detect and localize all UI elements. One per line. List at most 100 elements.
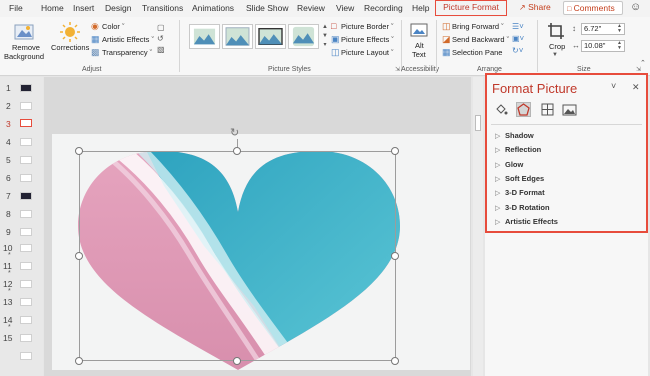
width-spinner-icon[interactable]: ▲ ▼: [617, 41, 622, 51]
size-launcher-icon[interactable]: ⇲: [636, 66, 641, 73]
resize-handle[interactable]: [391, 252, 399, 260]
arrange-group-label: Arrange: [477, 66, 502, 73]
slide-thumbnail[interactable]: [20, 192, 32, 200]
menu-slide-show[interactable]: Slide Show: [246, 3, 289, 13]
slide-number[interactable]: 13: [3, 297, 12, 307]
close-icon[interactable]: ✕: [632, 82, 640, 93]
slide-thumbnail[interactable]: [20, 138, 32, 146]
slide-number[interactable]: 8: [6, 209, 11, 219]
transparency-button[interactable]: ▩ Transparency ˇ: [91, 47, 155, 58]
adjust-extra-icons[interactable]: ▢ ↺ ▧: [157, 22, 171, 62]
slide-number[interactable]: 9: [6, 227, 11, 237]
resize-handle[interactable]: [75, 147, 83, 155]
picture-layout-button[interactable]: ◫ Picture Layout ˇ: [331, 47, 397, 58]
picture-style-2[interactable]: [222, 24, 253, 49]
height-spinner-icon[interactable]: ▲ ▼: [617, 24, 622, 34]
menu-home[interactable]: Home: [41, 3, 64, 13]
section-3d-format[interactable]: ▷ 3-D Format: [495, 188, 545, 197]
slide-thumbnail-selected[interactable]: [20, 119, 32, 127]
slide-number-selected[interactable]: 3: [6, 119, 11, 129]
slide-thumbnail[interactable]: [20, 174, 32, 182]
slide-thumbnail[interactable]: [20, 280, 32, 288]
menu-design[interactable]: Design: [105, 3, 131, 13]
slide-number[interactable]: 7: [6, 191, 11, 201]
section-soft-edges[interactable]: ▷ Soft Edges: [495, 174, 544, 183]
selection-pane-button[interactable]: ▦ Selection Pane: [442, 47, 506, 58]
slide-thumbnail[interactable]: [20, 334, 32, 342]
fill-line-tab[interactable]: [494, 102, 509, 117]
resize-handle[interactable]: [391, 147, 399, 155]
artistic-effects-button[interactable]: ▦ Artistic Effects ˇ: [91, 34, 155, 45]
picture-style-4[interactable]: [288, 24, 319, 49]
picture-style-3[interactable]: [255, 24, 286, 49]
slide-thumbnail[interactable]: [20, 156, 32, 164]
slide-thumbnail[interactable]: [20, 102, 32, 110]
picture-border-button[interactable]: □ Picture Border ˇ: [331, 21, 397, 32]
picture-style-1[interactable]: [189, 24, 220, 49]
collapse-ribbon-icon[interactable]: ⌃: [640, 59, 646, 67]
section-3d-rotation[interactable]: ▷ 3-D Rotation: [495, 203, 550, 212]
crop-dropdown-icon[interactable]: ▼: [552, 52, 558, 58]
expand-caret-icon: ▷: [495, 147, 501, 154]
tab-picture-format[interactable]: Picture Format: [435, 0, 507, 16]
slide-number[interactable]: 1: [6, 83, 11, 93]
pane-options-dropdown-icon[interactable]: ˅: [611, 81, 616, 91]
menu-insert[interactable]: Insert: [73, 3, 94, 13]
picture-styles-launcher-icon[interactable]: ⇲: [395, 66, 400, 73]
height-input[interactable]: 6.72" ▲ ▼: [581, 23, 625, 35]
section-glow[interactable]: ▷ Glow: [495, 160, 523, 169]
picture-styles-group-label: Picture Styles: [268, 66, 311, 73]
corrections-button[interactable]: [48, 17, 90, 63]
menu-animations[interactable]: Animations: [192, 3, 234, 13]
bring-forward-button[interactable]: ◫ Bring Forward ˇ: [442, 21, 506, 32]
send-backward-button[interactable]: ◪ Send Backward ˇ: [442, 34, 509, 45]
resize-handle[interactable]: [233, 147, 241, 155]
slide-thumbnail[interactable]: [20, 210, 32, 218]
picture-tab[interactable]: [562, 102, 577, 117]
effects-tab[interactable]: [516, 102, 531, 117]
slide-thumbnail[interactable]: [20, 352, 32, 360]
align-group-rotate-icons[interactable]: ☰˅ ▣˅ ↻˅: [512, 21, 532, 61]
slide-number[interactable]: 6: [6, 173, 11, 183]
rotate-handle-icon[interactable]: ↻: [230, 126, 239, 139]
picture-layout-icon: ◫: [331, 47, 340, 57]
size-properties-icon: [541, 103, 554, 116]
picture-effects-button[interactable]: ▣ Picture Effects ˇ: [331, 34, 397, 45]
section-label: Soft Edges: [505, 174, 545, 183]
menu-recording[interactable]: Recording: [364, 3, 403, 13]
slide-number[interactable]: 2: [6, 101, 11, 111]
feedback-smiley-icon[interactable]: ☺: [630, 1, 641, 13]
animation-star-icon: *: [8, 252, 11, 259]
slide-number[interactable]: 5: [6, 155, 11, 165]
menu-file[interactable]: File: [9, 3, 23, 13]
resize-handle[interactable]: [75, 252, 83, 260]
slide-thumbnail[interactable]: [20, 262, 32, 270]
share-button[interactable]: ↗ Share: [515, 1, 561, 15]
slide-thumbnail[interactable]: [20, 298, 32, 306]
format-pane-background: [485, 233, 648, 376]
section-artistic-effects[interactable]: ▷ Artistic Effects: [495, 217, 558, 226]
slide-number[interactable]: 4: [6, 137, 11, 147]
menu-view[interactable]: View: [336, 3, 354, 13]
size-properties-tab[interactable]: [540, 102, 555, 117]
menu-help[interactable]: Help: [412, 3, 429, 13]
slide-thumbnail[interactable]: [20, 316, 32, 324]
section-shadow[interactable]: ▷ Shadow: [495, 131, 534, 140]
scrollbar-thumb[interactable]: [475, 115, 481, 131]
comments-button[interactable]: □ Comments: [563, 1, 623, 15]
animation-star-icon: *: [8, 288, 11, 295]
resize-handle[interactable]: [391, 357, 399, 365]
resize-handle[interactable]: [75, 357, 83, 365]
menu-review[interactable]: Review: [297, 3, 325, 13]
picture-layout-label: Picture Layout ˇ: [341, 48, 394, 57]
color-button[interactable]: ◉ Color ˇ: [91, 21, 151, 32]
slide-thumbnail[interactable]: [20, 228, 32, 236]
width-input[interactable]: 10.08" ▲ ▼: [581, 40, 625, 52]
section-reflection[interactable]: ▷ Reflection: [495, 145, 541, 154]
gallery-scroll-icons[interactable]: ▲ ▼ ▾: [321, 23, 329, 53]
slide-thumbnail[interactable]: [20, 84, 32, 92]
slide-number[interactable]: 15: [3, 333, 12, 343]
slide-thumbnail[interactable]: [20, 244, 32, 252]
menu-transitions[interactable]: Transitions: [142, 3, 183, 13]
resize-handle[interactable]: [233, 357, 241, 365]
